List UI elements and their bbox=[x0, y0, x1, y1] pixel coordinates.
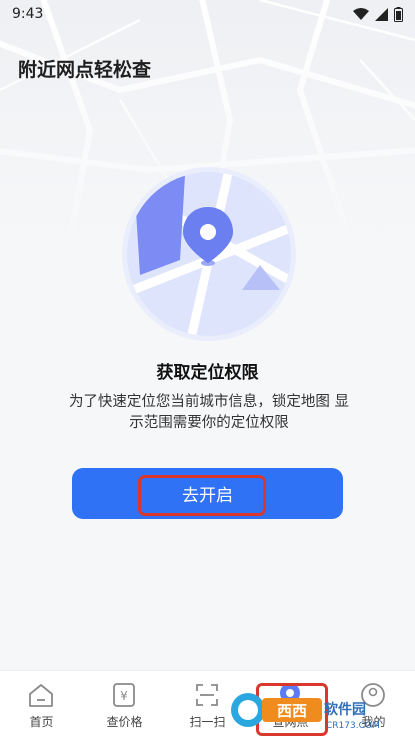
status-bar: 9:43 bbox=[0, 0, 415, 28]
watermark-text: 西西 bbox=[277, 702, 307, 720]
page-title: 附近网点轻松查 bbox=[18, 59, 152, 81]
tab-home[interactable]: 首页 bbox=[0, 671, 83, 739]
tab-price[interactable]: ¥ 查价格 bbox=[83, 671, 166, 739]
tab-label: 查价格 bbox=[106, 715, 143, 729]
location-map-illustration bbox=[122, 167, 296, 341]
permission-description: 为了快速定位您当前城市信息，锁定地图 显示范围需要你的定位权限 bbox=[68, 394, 350, 431]
annotation-highlight-button bbox=[138, 475, 266, 516]
tab-label: 首页 bbox=[29, 715, 54, 729]
site-watermark: 西西 软件园 CR173.COM bbox=[231, 693, 380, 731]
status-time: 9:43 bbox=[12, 6, 44, 22]
scan-icon bbox=[196, 684, 218, 706]
watermark-domain: CR173.COM bbox=[326, 721, 380, 731]
home-icon bbox=[29, 684, 53, 707]
watermark-text: 软件园 bbox=[324, 701, 366, 718]
price-icon: ¥ bbox=[113, 683, 135, 707]
permission-title: 获取定位权限 bbox=[156, 363, 259, 383]
status-icons bbox=[353, 6, 403, 22]
wifi-icon bbox=[353, 7, 369, 20]
svg-text:¥: ¥ bbox=[120, 689, 128, 703]
battery-icon bbox=[394, 6, 403, 22]
signal-icon bbox=[375, 7, 388, 21]
